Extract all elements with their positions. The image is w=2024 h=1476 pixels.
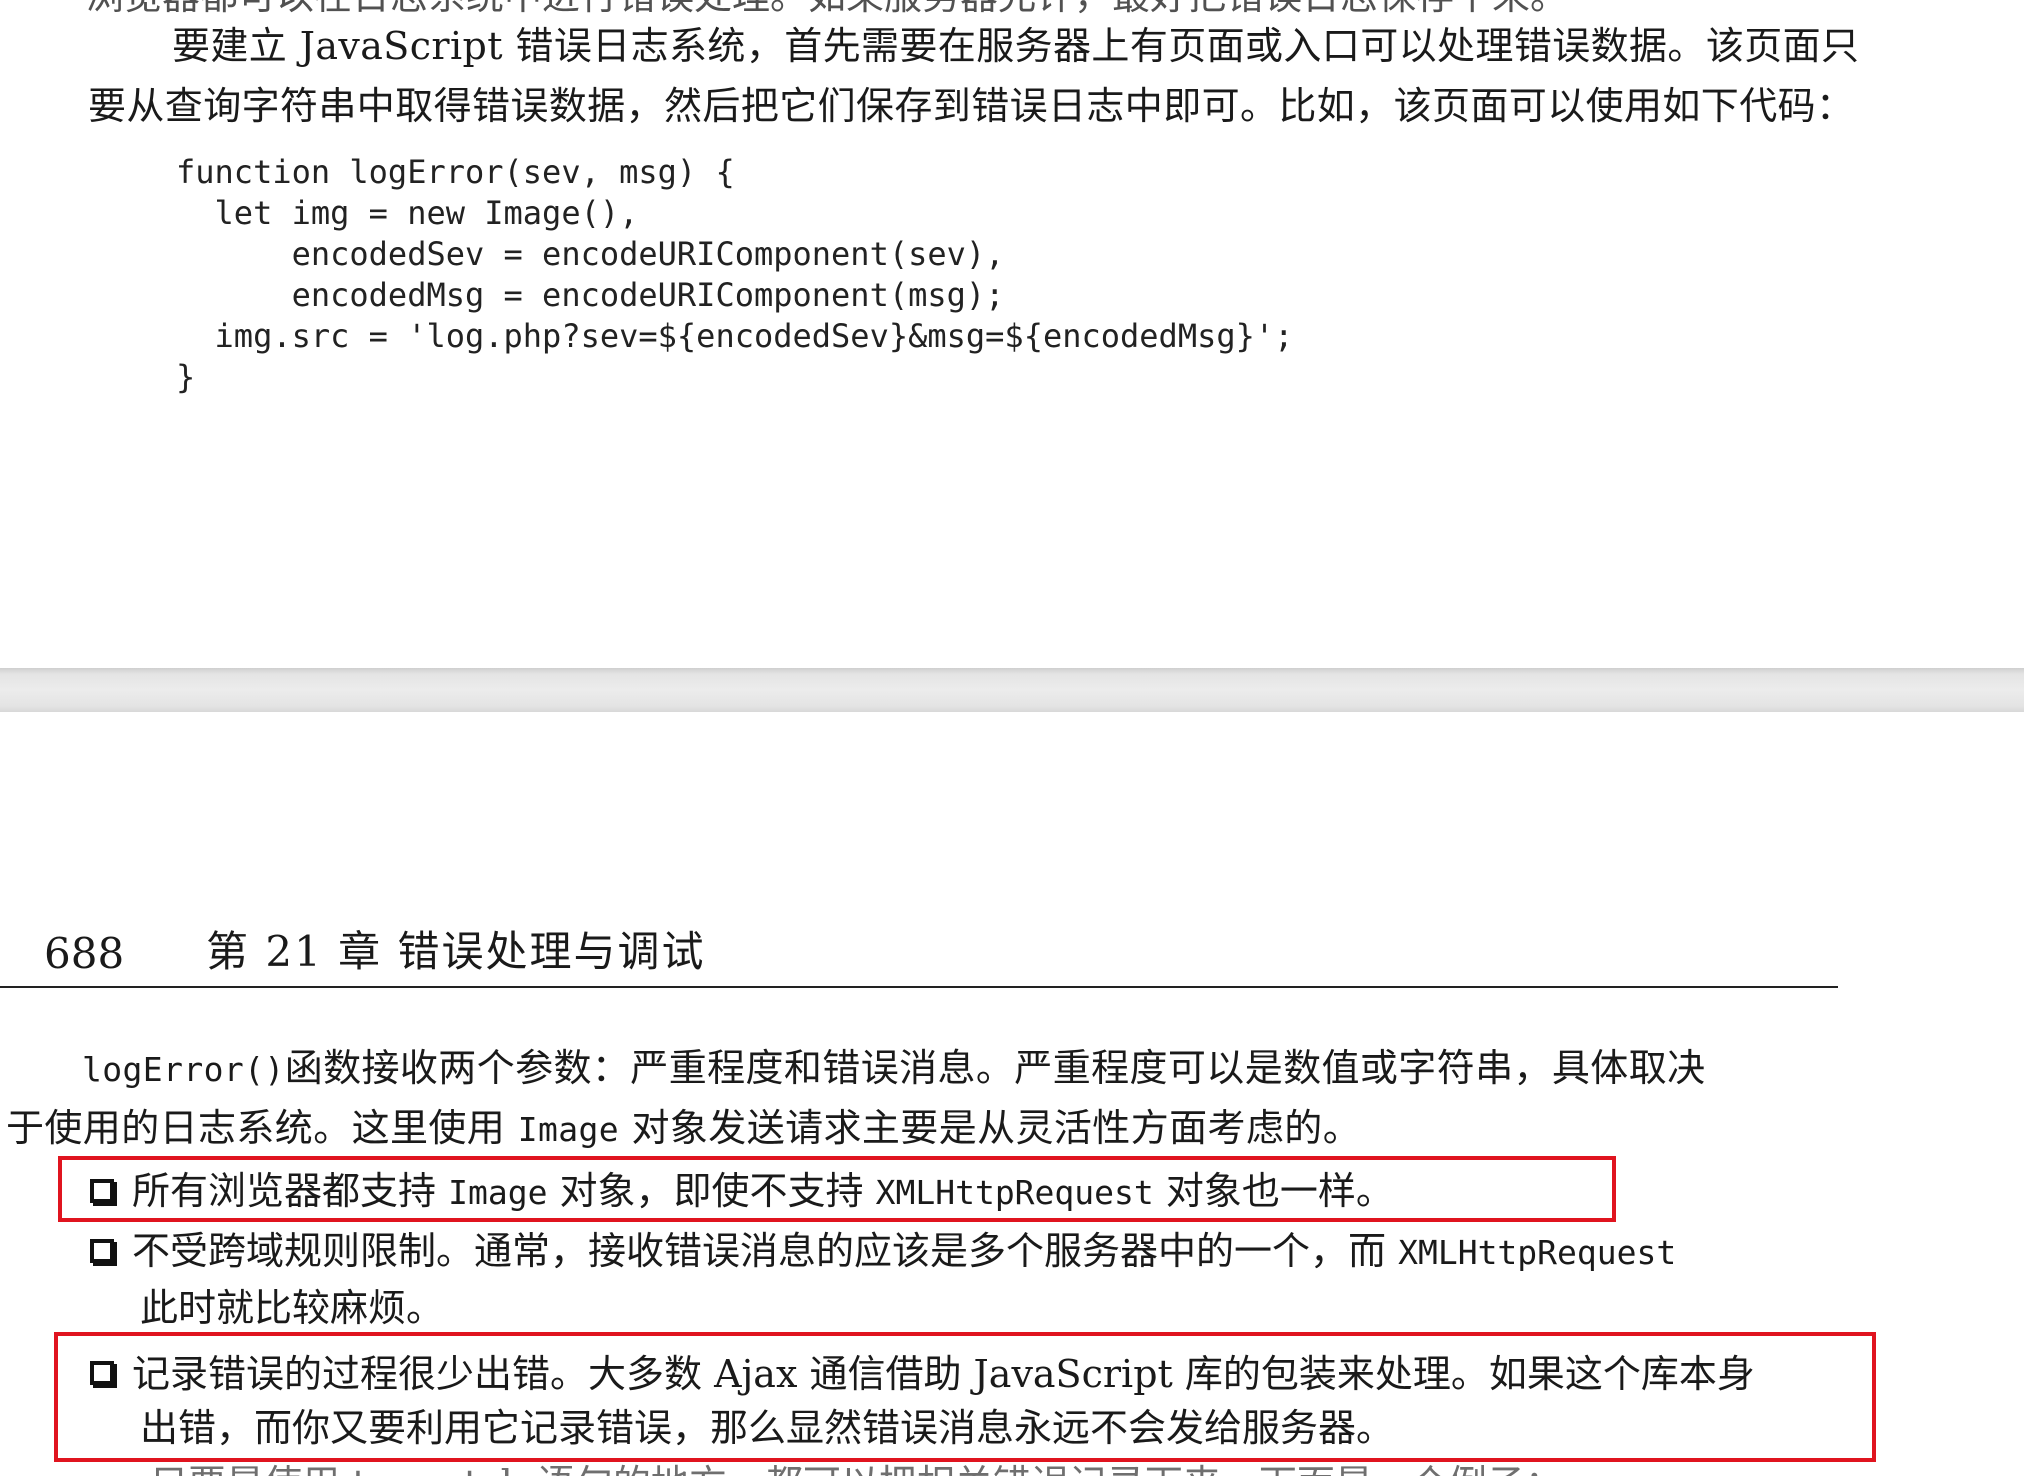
checkbox-bullet-icon [90,1179,114,1203]
paragraph-1-line-2: 要从查询字符串中取得错误数据，然后把它们保存到错误日志中即可。比如，该页面可以使… [88,84,1855,128]
code-line: img.src = 'log.php?sev=${encodedSev}&msg… [176,317,1294,355]
checkbox-bullet-icon [90,1239,114,1263]
page-separator [0,668,2024,712]
code-line: encodedMsg = encodeURIComponent(msg); [176,276,1005,314]
inline-code: XMLHttpRequest [1398,1232,1677,1272]
inline-code: logError() [82,1050,285,1089]
code-line: let img = new Image(), [176,194,639,232]
page-bottom: 688 第 21 章 错误处理与调试 logError()函数接收两个参数：严重… [0,712,2024,1476]
code-line: encodedSev = encodeURIComponent(sev), [176,235,1005,273]
paragraph-1-line-1: 要建立 JavaScript 错误日志系统，首先需要在服务器上有页面或入口可以处… [172,24,1860,68]
bullet-item-1: 所有浏览器都支持 Image 对象，即使不支持 XMLHttpRequest 对… [90,1168,1394,1213]
code-block: function logError(sev, msg) { let img = … [176,152,1293,398]
partial-bottom-line: 只要是使用 try-catch 语句的地方，都可以把相关错误记录下来。下面是一个… [150,1464,1563,1476]
bullet-item-3: 记录错误的过程很少出错。大多数 Ajax 通信借助 JavaScript 库的包… [90,1350,1755,1394]
checkbox-bullet-icon [90,1361,114,1385]
code-line: } [176,358,196,396]
inline-code: Image [517,1110,620,1149]
partial-top-line: 浏览器都可以在日志系统中进行错误处理。如果服务器允许，最好把错误日志保存下来。 [86,0,1568,16]
page-header: 688 第 21 章 错误处理与调试 [0,918,1838,988]
page-number: 688 [44,929,125,978]
chapter-title: 第 21 章 错误处理与调试 [206,927,706,976]
inline-code: Image [448,1172,548,1212]
inline-code: XMLHttpRequest [875,1172,1154,1212]
code-line: function logError(sev, msg) { [176,153,735,191]
bullet-item-2-continuation: 此时就比较麻烦。 [140,1286,445,1330]
paragraph-2-line-2: 于使用的日志系统。这里使用 Image 对象发送请求主要是从灵活性方面考虑的。 [6,1106,1362,1150]
paragraph-2-line-1: logError()函数接收两个参数：严重程度和错误消息。严重程度可以是数值或字… [82,1046,1706,1090]
page-top: 浏览器都可以在日志系统中进行错误处理。如果服务器允许，最好把错误日志保存下来。 … [0,0,2024,668]
bullet-item-3-continuation: 出错，而你又要利用它记录错误，那么显然错误消息永远不会发给服务器。 [140,1406,1395,1450]
bullet-item-2: 不受跨域规则限制。通常，接收错误消息的应该是多个服务器中的一个，而 XMLHtt… [90,1228,1676,1273]
